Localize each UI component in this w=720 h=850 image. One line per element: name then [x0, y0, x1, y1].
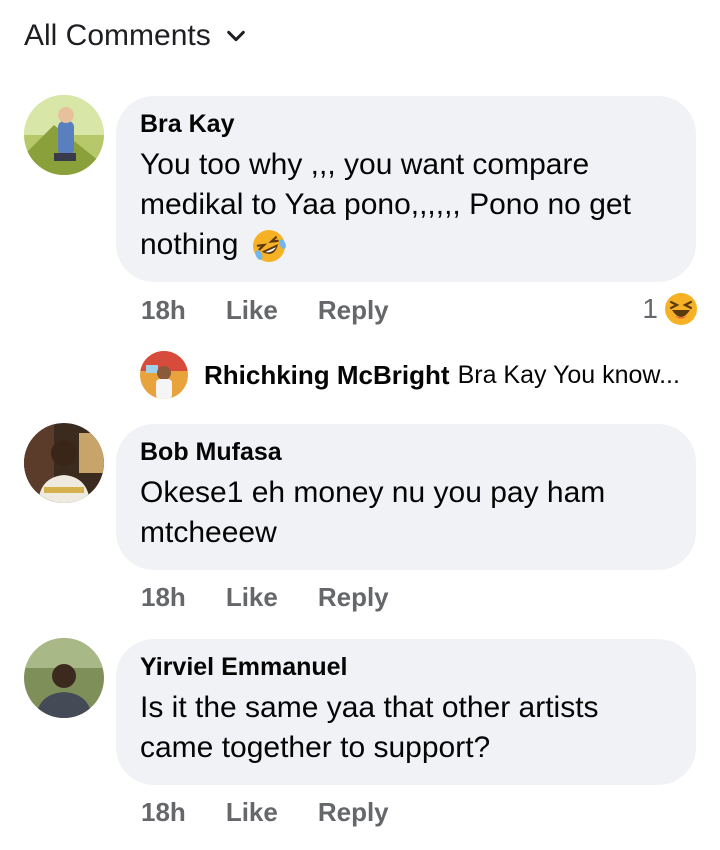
comment-text-line: nothing	[140, 225, 672, 265]
comment-bubble: Bra Kay You too why ,,, you want compare…	[116, 96, 696, 282]
comment-timestamp[interactable]: 18h	[141, 582, 186, 613]
reply-button[interactable]: Reply	[318, 797, 389, 828]
like-button[interactable]: Like	[226, 295, 278, 326]
comment-actions: 18h Like Reply	[141, 579, 389, 615]
rolling-on-floor-laughing-icon	[252, 230, 286, 263]
comment-text-line: You too why ,,, you want compare	[140, 148, 590, 181]
avatar[interactable]	[24, 95, 104, 175]
reply-preview[interactable]: Rhichking McBright Bra Kay You know...	[140, 350, 680, 400]
chevron-down-icon	[226, 30, 245, 42]
comment-text-fragment: nothing	[140, 228, 239, 261]
comment-text-line: Is it the same yaa that other artists	[140, 691, 599, 724]
comment-text: You too why ,,, you want compare medikal…	[140, 145, 672, 265]
avatar[interactable]	[24, 423, 104, 503]
like-button[interactable]: Like	[226, 797, 278, 828]
comment-text-line: came together to support?	[140, 731, 491, 764]
comment-author[interactable]: Bra Kay	[140, 110, 672, 139]
comment-text-line: Okese1 eh money nu you pay ham	[140, 476, 606, 509]
reply-button[interactable]: Reply	[318, 582, 389, 613]
comment-text: Is it the same yaa that other artists ca…	[140, 688, 672, 768]
comment-bubble: Yirviel Emmanuel Is it the same yaa that…	[116, 639, 696, 785]
reply-avatar	[140, 351, 188, 399]
comments-filter-dropdown[interactable]: All Comments	[24, 16, 247, 56]
avatar[interactable]	[24, 638, 104, 718]
comment-actions: 18h Like Reply	[141, 794, 389, 830]
comment-author[interactable]: Bob Mufasa	[140, 438, 672, 467]
reply-author: Rhichking McBright	[204, 359, 450, 390]
comment-author[interactable]: Yirviel Emmanuel	[140, 653, 672, 682]
comment-text: Okese1 eh money nu you pay ham mtcheeew	[140, 473, 672, 553]
comment-actions: 18h Like Reply	[141, 292, 389, 328]
like-button[interactable]: Like	[226, 582, 278, 613]
reply-text: Bra Kay You know...	[457, 360, 680, 389]
comment-timestamp[interactable]: 18h	[141, 797, 186, 828]
comment-timestamp[interactable]: 18h	[141, 295, 186, 326]
comment-text-line: medikal to Yaa pono,,,,,, Pono no get	[140, 188, 631, 221]
comment-bubble: Bob Mufasa Okese1 eh money nu you pay ha…	[116, 424, 696, 570]
reaction-summary[interactable]: 1	[642, 290, 698, 328]
comments-filter-label: All Comments	[24, 19, 211, 52]
comment-text-line: mtcheeew	[140, 516, 277, 549]
reaction-count: 1	[642, 293, 658, 324]
reply-button[interactable]: Reply	[318, 295, 389, 326]
haha-reaction-icon	[665, 293, 697, 325]
